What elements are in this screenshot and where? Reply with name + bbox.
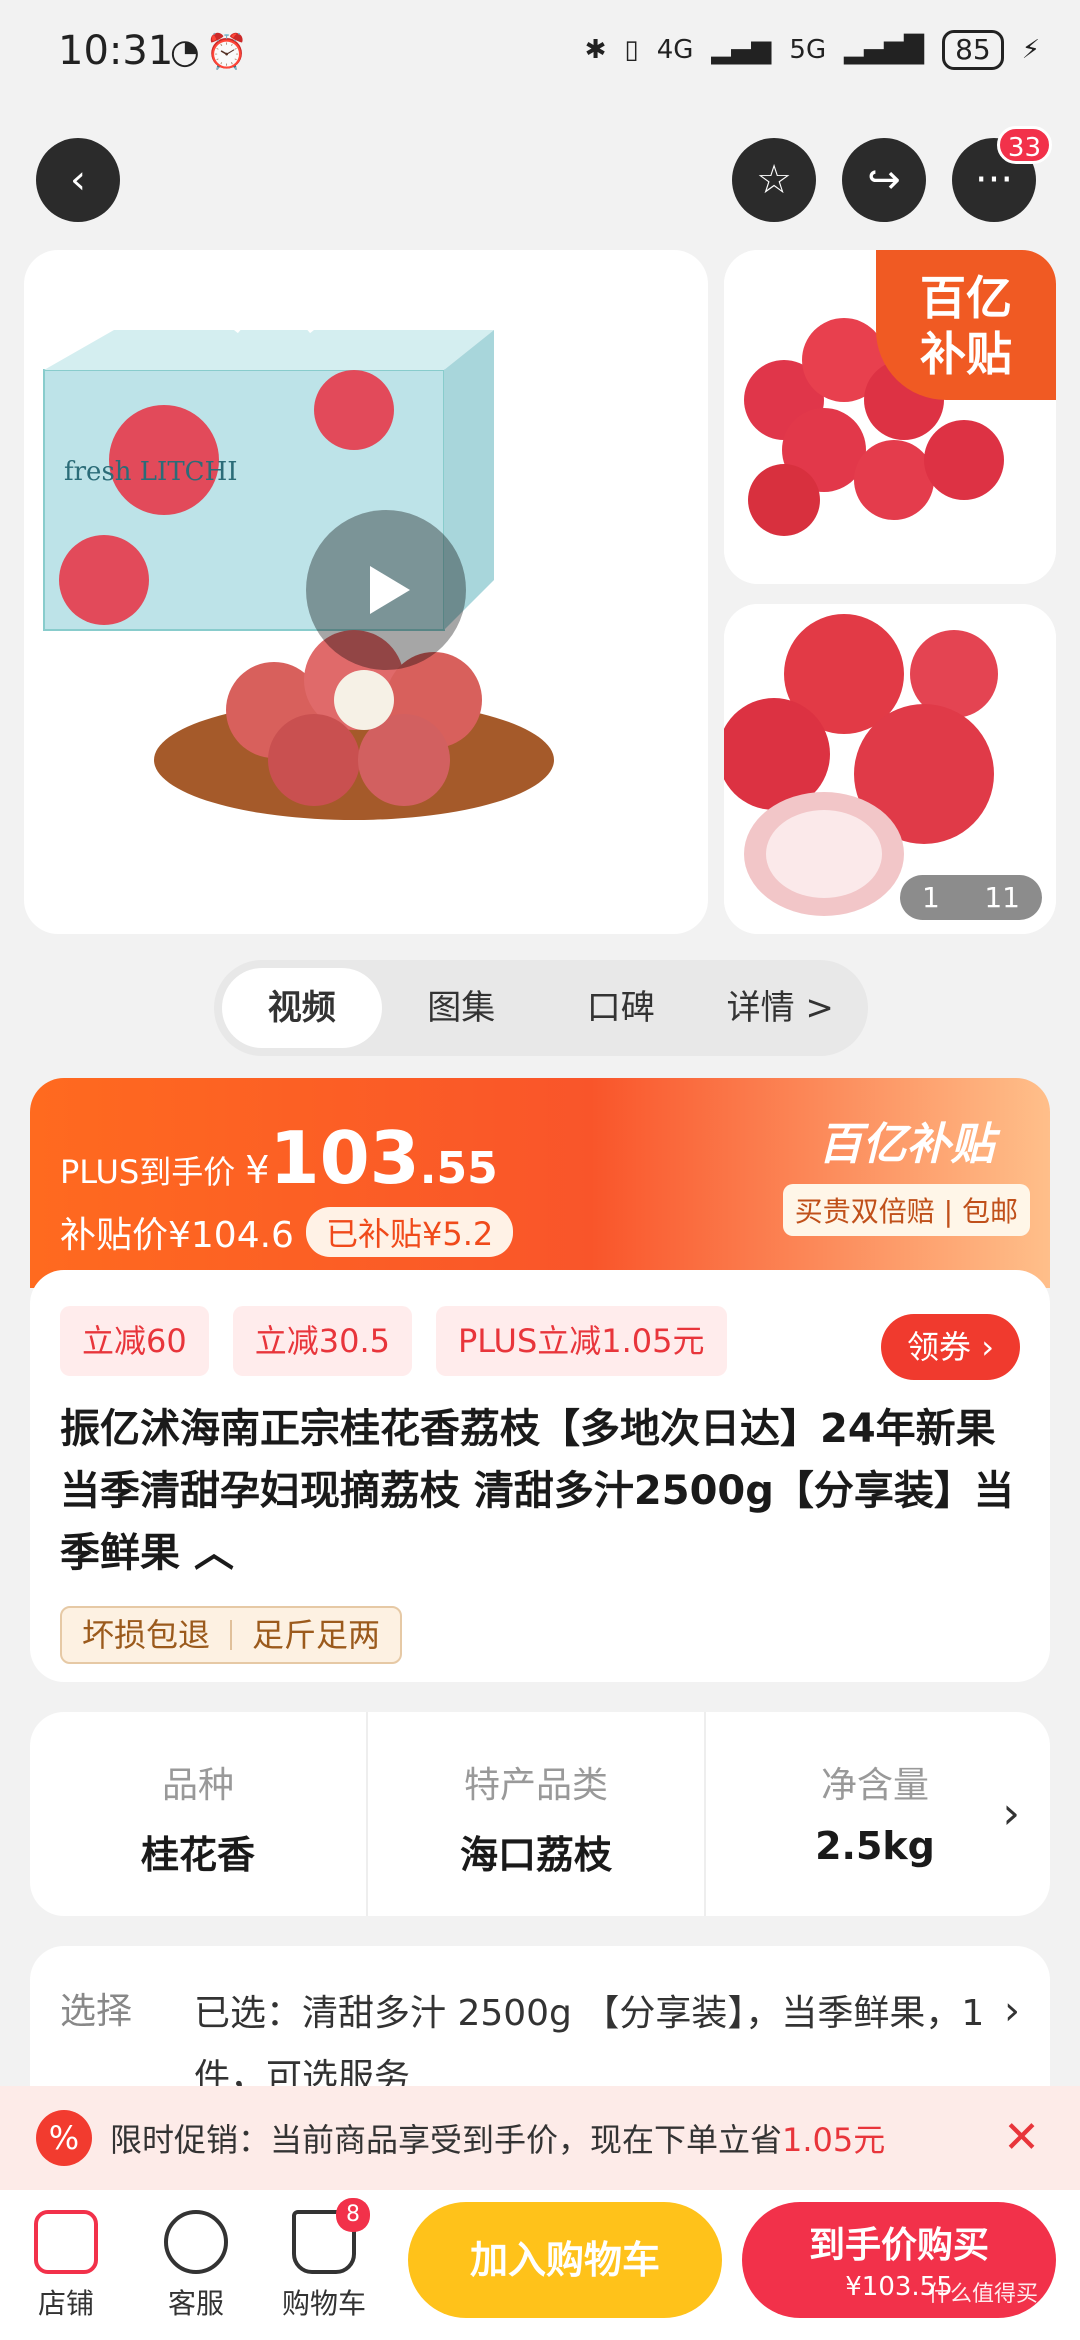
selection-label: 选择 xyxy=(60,1991,133,2032)
add-to-cart-button[interactable]: 加入购物车 xyxy=(408,2202,722,2318)
back-button[interactable]: ‹ xyxy=(36,138,120,222)
subsidy-brand[interactable]: 百亿补贴 买贵双倍赔 | 包邮 xyxy=(782,1108,1030,1236)
get-coupon-button[interactable]: 领券 › xyxy=(881,1314,1020,1380)
status-right: ✱ ▯ 4G ▂▄▆ 5G ▂▄▆█ 85 ⚡ xyxy=(585,30,1040,70)
promo-message: 限时促销：当前商品享受到手价，现在下单立省 xyxy=(110,2121,783,2159)
subsidy-amount-chip: 已补贴¥5.2 xyxy=(305,1207,514,1257)
counter-current: 1 xyxy=(922,881,940,914)
subsidy-corner-text: 百亿 补贴 xyxy=(920,271,1012,381)
bottom-action-bar: 店铺 客服 8 购物车 加入购物车 到手价购买 ¥103.55 什么值得买 xyxy=(0,2190,1080,2340)
promo-strip: % 限时促销：当前商品享受到手价，现在下单立省1.05元 ✕ xyxy=(0,2086,1080,2190)
subsidy-brand-title: 百亿补贴 xyxy=(818,1119,995,1170)
subsidy-brand-sub: 买贵双倍赔 | 包邮 xyxy=(782,1184,1030,1236)
box-text: fresh LITCHI xyxy=(64,457,238,487)
service-label: 客服 xyxy=(167,2287,224,2320)
chevron-right-icon: › xyxy=(981,1328,994,1366)
signal-icon: ▂▄▆█ xyxy=(844,35,925,65)
coupon-label: 领券 xyxy=(907,1328,972,1366)
plus-price-label: PLUS到手价 xyxy=(60,1153,236,1191)
cart-button[interactable]: 8 购物车 xyxy=(274,2198,374,2322)
bluetooth-icon: ✱ xyxy=(584,35,607,65)
guarantee-tag: 足斤足两 xyxy=(252,1616,381,1654)
price-banner: PLUS到手价 ¥ 103 .55 补贴价¥104.6 已补贴¥5.2 百亿补贴… xyxy=(30,1078,1050,1288)
more-icon: ··· xyxy=(974,157,1014,203)
attribute-label: 特产品类 xyxy=(463,1765,608,1806)
battery-indicator: 85 xyxy=(942,30,1004,70)
currency-symbol: ¥ xyxy=(245,1148,270,1192)
alarm-icon: ⏰ xyxy=(205,32,255,72)
tab-gallery[interactable]: 图集 xyxy=(382,968,542,1048)
network-4g: 4G xyxy=(656,35,694,65)
counter-total: 11 xyxy=(984,881,1020,914)
notification-badge: 33 xyxy=(996,126,1052,164)
close-icon[interactable]: ✕ xyxy=(1003,2112,1040,2163)
store-icon xyxy=(34,2210,98,2274)
attribute-value: 海口荔枝 xyxy=(459,1833,612,1877)
attribute-label: 净含量 xyxy=(820,1765,929,1806)
attribute-variety: 品种 桂花香 xyxy=(30,1712,368,1916)
main-product-image[interactable]: fresh LITCHI xyxy=(24,250,708,934)
percent-icon: % xyxy=(36,2110,92,2166)
star-icon: ☆ xyxy=(756,157,792,203)
price-decimal: .55 xyxy=(419,1143,498,1194)
share-button[interactable]: ↪ xyxy=(842,138,926,222)
guarantee-tags[interactable]: 坏损包退 足斤足两 xyxy=(60,1606,403,1664)
promo-amount: 1.05元 xyxy=(782,2121,886,2159)
attribute-net-weight: 净含量 2.5kg xyxy=(706,1712,1044,1916)
status-left-icons: ◔⏰ xyxy=(170,32,254,72)
product-title[interactable]: 振亿沭海南正宗桂花香荔枝【多地次日达】24年新果当季清甜孕妇现摘荔枝 清甜多汁2… xyxy=(60,1398,1020,1584)
status-bar: 10:31 ◔⏰ ✱ ▯ 4G ▂▄▆ 5G ▂▄▆█ 85 ⚡ xyxy=(0,0,1080,110)
chevron-up-icon: ︿ xyxy=(193,1530,234,1576)
subsidy-price: 补贴价¥104.6 xyxy=(60,1215,294,1256)
tab-reviews[interactable]: 口碑 xyxy=(541,968,701,1048)
attribute-label: 品种 xyxy=(161,1765,234,1806)
chevron-left-icon: ‹ xyxy=(70,157,86,203)
buy-now-button[interactable]: 到手价购买 ¥103.55 什么值得买 xyxy=(742,2202,1056,2318)
product-attributes[interactable]: 品种 桂花香 特产品类 海口荔枝 净含量 2.5kg › xyxy=(30,1712,1050,1916)
attribute-category: 特产品类 海口荔枝 xyxy=(368,1712,706,1916)
more-button[interactable]: ··· 33 xyxy=(952,126,1052,222)
discount-chip[interactable]: 立减30.5 xyxy=(232,1306,412,1376)
share-icon: ↪ xyxy=(867,157,901,203)
cart-icon: 8 xyxy=(292,2198,370,2274)
favorite-button[interactable]: ☆ xyxy=(732,138,816,222)
buy-label: 到手价购买 xyxy=(808,2225,989,2266)
thumbnail-1[interactable]: 百亿 补贴 xyxy=(724,250,1056,584)
discount-chips: 立减60 立减30.5 PLUS立减1.05元 xyxy=(60,1306,727,1376)
top-nav: ‹ ☆ ↪ ··· 33 xyxy=(0,110,1080,250)
play-icon xyxy=(370,566,410,614)
network-5g: 5G xyxy=(789,35,827,65)
price-block: PLUS到手价 ¥ 103 .55 补贴价¥104.6 已补贴¥5.2 xyxy=(60,1116,514,1258)
speed-icon: ◔ xyxy=(170,32,206,72)
charging-icon: ⚡ xyxy=(1021,35,1040,65)
chevron-right-icon: › xyxy=(1004,1988,1020,2034)
store-label: 店铺 xyxy=(37,2287,94,2320)
store-button[interactable]: 店铺 xyxy=(16,2210,116,2322)
discount-chip[interactable]: PLUS立减1.05元 xyxy=(436,1306,727,1376)
status-time: 10:31 xyxy=(58,28,174,74)
price-main: 103 xyxy=(269,1116,420,1200)
media-tabs: 视频 图集 口碑 详情 > xyxy=(214,960,868,1056)
attribute-value: 桂花香 xyxy=(140,1833,255,1877)
tab-details[interactable]: 详情 > xyxy=(701,968,861,1048)
promo-text: 限时促销：当前商品享受到手价，现在下单立省1.05元 xyxy=(110,2115,885,2161)
guarantee-tag: 坏损包退 xyxy=(82,1616,211,1654)
product-gallery: fresh LITCHI 百亿 补贴 1 11 xyxy=(0,250,1080,940)
tab-video[interactable]: 视频 xyxy=(222,968,382,1048)
chevron-right-icon[interactable]: › xyxy=(1002,1788,1020,1839)
subsidy-corner-badge: 百亿 补贴 xyxy=(876,250,1056,400)
image-counter: 1 11 xyxy=(900,875,1042,920)
watermark: 什么值得买 xyxy=(927,2282,1038,2307)
vibrate-icon: ▯ xyxy=(624,35,639,65)
customer-service-button[interactable]: 客服 xyxy=(146,2210,246,2322)
cart-label: 购物车 xyxy=(281,2287,366,2320)
play-video-button[interactable] xyxy=(306,510,466,670)
signal-icon: ▂▄▆ xyxy=(711,35,772,65)
chat-icon xyxy=(164,2210,228,2274)
product-info-card: 立减60 立减30.5 PLUS立减1.05元 领券 › 振亿沭海南正宗桂花香荔… xyxy=(30,1270,1050,1682)
attribute-value: 2.5kg xyxy=(815,1824,935,1868)
cart-count-badge: 8 xyxy=(336,2198,370,2232)
thumbnail-2[interactable]: 1 11 xyxy=(724,604,1056,934)
discount-chip[interactable]: 立减60 xyxy=(60,1306,209,1376)
